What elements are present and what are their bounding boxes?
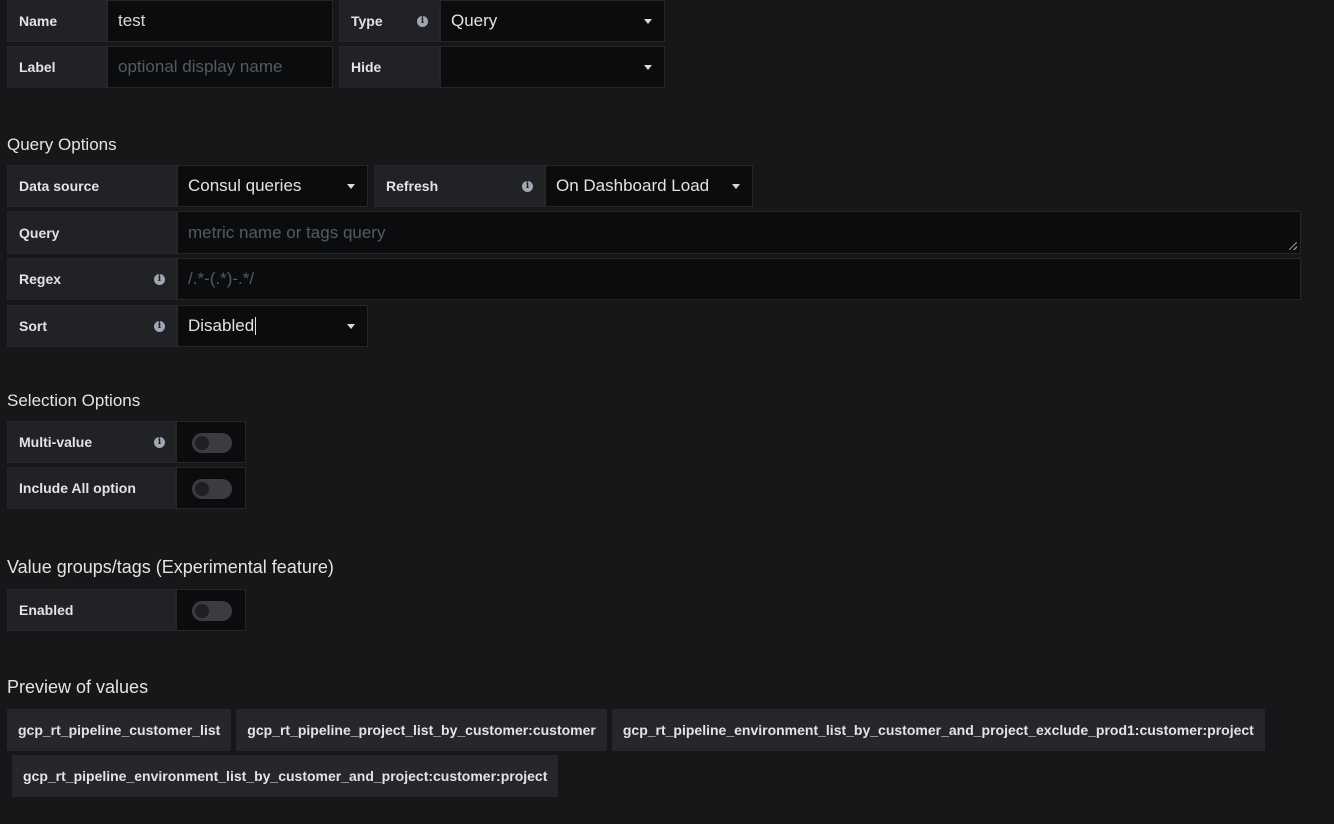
sort-label-text: Sort [19, 318, 47, 334]
hide-label-text: Hide [351, 59, 382, 75]
enabled-label-text: Enabled [19, 602, 74, 618]
regex-label-text: Regex [19, 271, 62, 287]
chevron-down-icon [732, 184, 740, 189]
preview-value-tag: gcp_rt_pipeline_project_list_by_customer… [236, 709, 607, 751]
info-icon[interactable]: i [154, 274, 165, 285]
type-select-value: Query [451, 11, 498, 30]
preview-value-tag: gcp_rt_pipeline_environment_list_by_cust… [611, 709, 1265, 751]
resize-grip-icon[interactable] [1289, 242, 1297, 250]
include-all-switch[interactable] [176, 467, 246, 509]
preview-value-tag: gcp_rt_pipeline_environment_list_by_cust… [12, 755, 559, 797]
toggle-knob [195, 436, 209, 450]
selection-options-title: Selection Options [7, 391, 141, 410]
refresh-label: Refresh i [374, 165, 545, 207]
preview-values-row-1: gcp_rt_pipeline_customer_list gcp_rt_pip… [7, 709, 1265, 751]
toggle-track[interactable] [192, 601, 232, 621]
preview-title: Preview of values [7, 677, 149, 697]
datasource-select[interactable]: Consul queries [177, 165, 368, 207]
chevron-down-icon [347, 324, 355, 329]
toggle-track[interactable] [192, 433, 232, 453]
include-all-label-text: Include All option [19, 480, 136, 496]
type-label-text: Type [351, 13, 383, 29]
chevron-down-icon [644, 65, 652, 70]
type-label: Type i [339, 0, 440, 42]
text-cursor [255, 317, 257, 335]
name-input[interactable] [107, 0, 333, 42]
toggle-knob [195, 482, 209, 496]
sort-select[interactable]: Disabled [177, 305, 368, 347]
query-placeholder: metric name or tags query [188, 222, 386, 242]
enabled-label: Enabled [7, 589, 176, 631]
chevron-down-icon [644, 19, 652, 24]
info-icon[interactable]: i [522, 181, 533, 192]
info-icon[interactable]: i [154, 437, 165, 448]
refresh-select-value: On Dashboard Load [556, 176, 710, 195]
chevron-down-icon [347, 184, 355, 189]
refresh-label-text: Refresh [386, 178, 439, 194]
multi-value-label: Multi-value i [7, 421, 176, 463]
sort-select-value: Disabled [188, 316, 255, 335]
datasource-label: Data source [7, 165, 177, 207]
preview-value-tag: gcp_rt_pipeline_customer_list [7, 709, 232, 751]
query-label: Query [7, 211, 177, 254]
query-textarea[interactable]: metric name or tags query [177, 211, 1301, 254]
hide-select[interactable] [440, 46, 665, 88]
query-options-title: Query Options [7, 135, 117, 154]
toggle-knob [195, 604, 209, 618]
label-label-text: Label [19, 59, 56, 75]
name-label: Name [7, 0, 107, 42]
regex-input[interactable] [177, 258, 1301, 300]
sort-label: Sort i [7, 305, 177, 347]
type-select[interactable]: Query [440, 0, 665, 42]
toggle-track[interactable] [192, 479, 232, 499]
value-groups-title: Value groups/tags (Experimental feature) [7, 557, 334, 577]
info-icon[interactable]: i [154, 321, 165, 332]
datasource-select-value: Consul queries [188, 176, 302, 195]
label-label: Label [7, 46, 107, 88]
query-label-text: Query [19, 224, 60, 241]
multi-value-switch[interactable] [176, 421, 246, 463]
label-input[interactable] [107, 46, 333, 88]
regex-label: Regex i [7, 258, 177, 300]
preview-values-row-2: gcp_rt_pipeline_environment_list_by_cust… [12, 755, 559, 797]
datasource-label-text: Data source [19, 178, 100, 194]
enabled-switch[interactable] [176, 589, 246, 631]
multi-value-label-text: Multi-value [19, 434, 93, 450]
info-icon[interactable]: i [417, 16, 428, 27]
name-label-text: Name [19, 13, 58, 29]
hide-label: Hide [339, 46, 440, 88]
refresh-select[interactable]: On Dashboard Load [545, 165, 753, 207]
include-all-label: Include All option [7, 467, 176, 509]
